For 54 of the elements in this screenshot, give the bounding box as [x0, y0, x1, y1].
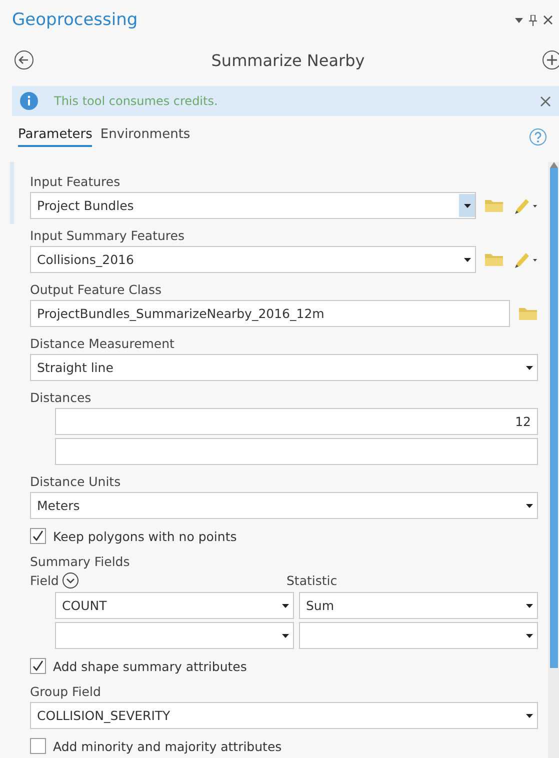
parameter-label: Output Feature Class [30, 282, 162, 297]
parameter-label: Distances [30, 390, 92, 405]
dropdown-field[interactable] [299, 622, 538, 649]
caret-icon [526, 604, 532, 608]
checkbox-label: Add minority and majority attributes [53, 738, 282, 754]
caret-icon [526, 714, 532, 718]
parameter-label: Distance Measurement [30, 336, 176, 351]
scrollbar[interactable] [548, 162, 559, 758]
dropdown-field[interactable]: Straight line [30, 354, 538, 381]
combo-field[interactable]: Project Bundles [30, 192, 476, 219]
checkbox[interactable] [30, 738, 46, 754]
parameter-label: Input Summary Features [30, 228, 186, 243]
parameter-label: Input Features [30, 174, 122, 189]
column-header: Field [30, 573, 59, 588]
close-icon[interactable] [543, 15, 553, 25]
tab[interactable]: Parameters [18, 127, 92, 147]
column-header: Statistic [286, 573, 338, 588]
dropdown-field[interactable]: COLLISION_SEVERITY [30, 702, 538, 729]
caret-icon [464, 258, 470, 262]
checkbox-label: Keep polygons with no points [53, 528, 237, 544]
pencil-icon[interactable] [512, 196, 538, 214]
dropdown-field[interactable]: Sum [299, 592, 538, 619]
close-icon[interactable] [540, 96, 551, 106]
caret-icon[interactable] [515, 18, 523, 22]
chevron-down-icon[interactable] [62, 572, 79, 589]
checkbox[interactable] [30, 658, 46, 674]
tab[interactable]: Environments [100, 127, 190, 147]
notice-text: This tool consumes credits. [54, 94, 219, 108]
checkbox-label: Add shape summary attributes [53, 658, 247, 674]
caret-icon [526, 504, 532, 508]
value-field[interactable] [55, 438, 538, 465]
caret-icon [526, 634, 532, 638]
tool-title: Summarize Nearby [211, 50, 365, 70]
parameter-label: Distance Units [30, 474, 122, 489]
pencil-icon[interactable] [512, 250, 538, 268]
help-icon[interactable] [529, 128, 547, 146]
text-field[interactable]: ProjectBundles_SummarizeNearby_2016_12m [30, 300, 510, 327]
add-icon[interactable] [542, 50, 559, 70]
dropdown-field[interactable]: COUNT [55, 592, 294, 619]
dropdown-field[interactable] [55, 622, 294, 649]
back-icon[interactable] [14, 50, 34, 70]
info-icon [20, 92, 38, 110]
value-field[interactable]: 12 [55, 408, 538, 435]
caret-icon [464, 204, 470, 208]
checkbox[interactable] [30, 528, 46, 544]
dropdown-field[interactable]: Meters [30, 492, 538, 519]
caret-icon [526, 366, 532, 370]
parameter-label: Group Field [30, 684, 102, 699]
pin-icon[interactable] [529, 14, 537, 26]
parameter-label: Summary Fields [30, 554, 131, 569]
caret-icon [282, 634, 288, 638]
combo-field[interactable]: Collisions_2016 [30, 246, 476, 273]
caret-icon [282, 604, 288, 608]
panel-title: Geoprocessing [12, 10, 138, 30]
